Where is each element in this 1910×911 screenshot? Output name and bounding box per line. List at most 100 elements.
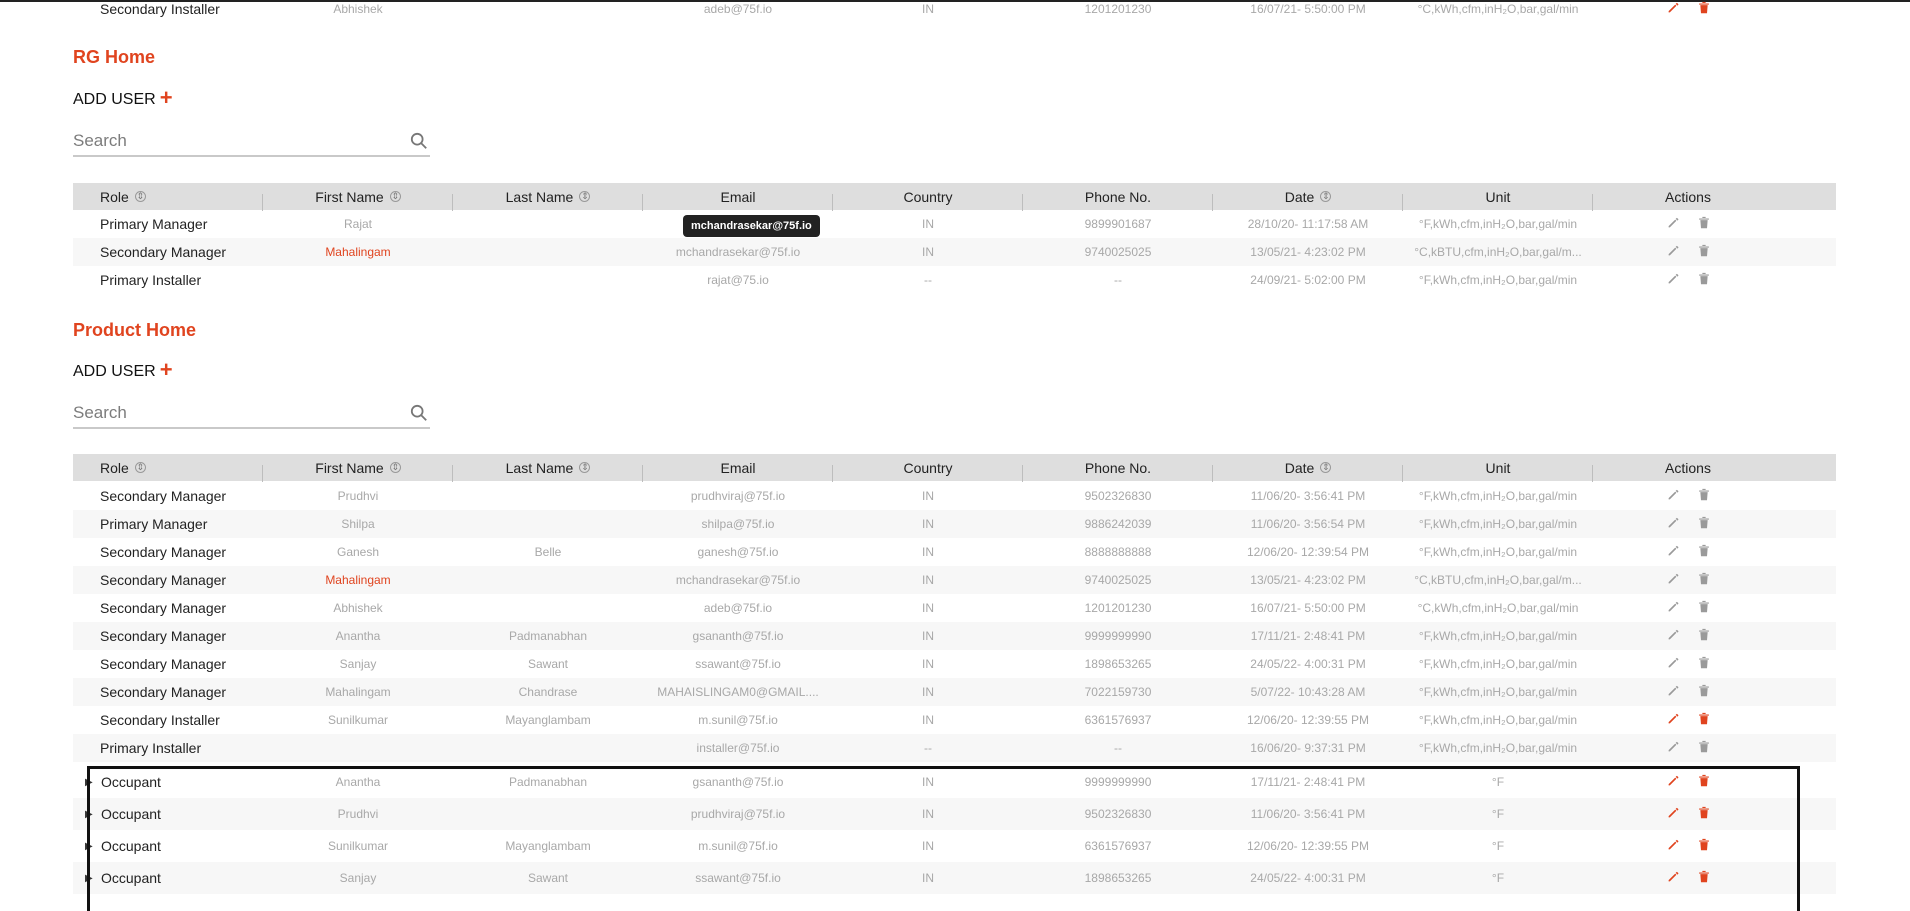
- delete-icon[interactable]: [1698, 684, 1710, 700]
- delete-icon[interactable]: [1698, 516, 1710, 532]
- delete-icon[interactable]: [1698, 1, 1710, 17]
- country-cell: IN: [922, 2, 934, 16]
- delete-icon[interactable]: [1698, 572, 1710, 588]
- section-title-product-home: Product Home: [73, 320, 197, 340]
- edit-icon[interactable]: [1667, 712, 1680, 728]
- edit-icon[interactable]: [1667, 628, 1680, 644]
- delete-icon[interactable]: [1698, 712, 1710, 728]
- edit-icon[interactable]: [1667, 740, 1680, 756]
- delete-icon[interactable]: [1698, 628, 1710, 644]
- search-input[interactable]: [73, 131, 373, 151]
- edit-icon[interactable]: [1667, 600, 1680, 616]
- role-cell: Primary Manager: [100, 216, 208, 232]
- first-name-cell: Mahalingam: [325, 685, 391, 699]
- edit-icon[interactable]: [1667, 544, 1680, 560]
- delete-icon[interactable]: [1698, 740, 1710, 756]
- country-cell: IN: [922, 217, 934, 231]
- actions-cell: [1593, 488, 1783, 504]
- actions-cell: [1593, 244, 1783, 260]
- column-header-role[interactable]: Role ⇕: [73, 189, 263, 211]
- edit-icon[interactable]: [1667, 572, 1680, 588]
- edit-icon[interactable]: [1667, 216, 1680, 232]
- unit-cell: °F,kWh,cfm,inH₂O,bar,gal/min: [1418, 517, 1578, 531]
- actions-cell: [1593, 684, 1783, 700]
- delete-icon[interactable]: [1698, 488, 1710, 504]
- unit-cell: °F,kWh,cfm,inH₂O,bar,gal/min: [1418, 217, 1578, 231]
- add-user-button[interactable]: ADD USER +: [73, 359, 173, 381]
- delete-icon[interactable]: [1698, 544, 1710, 560]
- sort-icon[interactable]: ⇕: [389, 191, 401, 202]
- edit-icon[interactable]: [1667, 1, 1680, 17]
- table-row: Secondary Manager Abhishek adeb@75f.io IN 12…: [73, 594, 1836, 622]
- country-cell: IN: [922, 573, 934, 587]
- column-header-role[interactable]: Role ⇕: [73, 460, 263, 482]
- email-cell: mchandrasekar@75f.io: [675, 573, 801, 587]
- role-cell: Secondary Manager: [100, 600, 227, 616]
- unit-cell: °F,kWh,cfm,inH₂O,bar,gal/min: [1418, 273, 1578, 287]
- first-name-cell: Mahalingam: [325, 245, 391, 259]
- column-header-last-name[interactable]: Last Name ⇕: [453, 189, 643, 211]
- table-row: Secondary Manager Prudhvi prudhviraj@75f.i…: [73, 482, 1836, 510]
- sort-icon[interactable]: ⇕: [134, 462, 146, 473]
- actions-cell: [1593, 628, 1783, 644]
- date-cell: 24/05/22- 4:00:31 PM: [1250, 657, 1366, 671]
- country-cell: IN: [922, 713, 934, 727]
- unit-cell: °F,kWh,cfm,inH₂O,bar,gal/min: [1418, 489, 1578, 503]
- search-icon[interactable]: [410, 132, 428, 150]
- delete-icon[interactable]: [1698, 216, 1710, 232]
- actions-cell: [1593, 272, 1783, 288]
- column-header-first-name[interactable]: First Name ⇕: [263, 189, 453, 211]
- phone-cell: --: [1114, 273, 1122, 287]
- email-cell: adeb@75f.io: [703, 601, 773, 615]
- actions-cell: [1593, 740, 1783, 756]
- edit-icon[interactable]: [1667, 656, 1680, 672]
- unit-cell: °F,kWh,cfm,inH₂O,bar,gal/min: [1418, 713, 1578, 727]
- column-header-date[interactable]: Date ⇕: [1213, 189, 1403, 211]
- table-row: Secondary Manager Anantha Padmanabhan gsana…: [73, 622, 1836, 650]
- delete-icon[interactable]: [1698, 656, 1710, 672]
- edit-icon[interactable]: [1667, 272, 1680, 288]
- edit-icon[interactable]: [1667, 244, 1680, 260]
- actions-cell: [1593, 1, 1783, 17]
- add-user-button[interactable]: ADD USER +: [73, 85, 173, 110]
- column-header-last-name[interactable]: Last Name ⇕: [453, 460, 643, 482]
- table-row: Secondary Manager Mahalingam mchandrasekar…: [73, 566, 1836, 594]
- search-icon[interactable]: [410, 404, 428, 422]
- role-cell: Secondary Manager: [100, 628, 227, 644]
- date-cell: 16/07/21- 5:50:00 PM: [1250, 601, 1366, 615]
- actions-cell: [1593, 516, 1783, 532]
- sort-icon[interactable]: ⇕: [389, 462, 401, 473]
- role-cell: Secondary Manager: [100, 244, 227, 260]
- sort-icon[interactable]: ⇕: [134, 191, 146, 202]
- date-cell: 16/06/20- 9:37:31 PM: [1250, 741, 1366, 755]
- column-header-unit: Unit: [1403, 460, 1593, 482]
- delete-icon[interactable]: [1698, 244, 1710, 260]
- sort-icon[interactable]: ⇕: [579, 191, 591, 202]
- edit-icon[interactable]: [1667, 516, 1680, 532]
- table-row: Secondary Manager Mahalingam mchandrasekar…: [73, 238, 1836, 266]
- edit-icon[interactable]: [1667, 488, 1680, 504]
- search-input[interactable]: [73, 403, 373, 423]
- plus-icon: +: [159, 85, 173, 110]
- role-cell: Secondary Installer: [100, 1, 220, 17]
- column-header-phone: Phone No.: [1023, 460, 1213, 482]
- role-cell: Primary Installer: [100, 740, 202, 756]
- sort-icon[interactable]: ⇕: [1320, 191, 1332, 202]
- delete-icon[interactable]: [1698, 272, 1710, 288]
- column-header-first-name[interactable]: First Name ⇕: [263, 460, 453, 482]
- phone-cell: 9740025025: [1084, 245, 1152, 259]
- phone-cell: 1898653265: [1084, 657, 1152, 671]
- column-header-actions: Actions: [1665, 188, 1711, 205]
- search-bar: [73, 127, 430, 157]
- phone-cell: 9740025025: [1084, 573, 1152, 587]
- edit-icon[interactable]: [1667, 684, 1680, 700]
- role-cell: Secondary Manager: [100, 572, 227, 588]
- column-header-date[interactable]: Date ⇕: [1213, 460, 1403, 482]
- delete-icon[interactable]: [1698, 600, 1710, 616]
- email-cell: installer@75f.io: [696, 741, 780, 755]
- sort-icon[interactable]: ⇕: [1320, 462, 1332, 473]
- sort-icon[interactable]: ⇕: [579, 462, 591, 473]
- table-row: Secondary Installer Sunilkumar Mayanglamba…: [73, 706, 1836, 734]
- unit-cell: °C,kBTU,cfm,inH₂O,bar,gal/m...: [1414, 573, 1582, 587]
- last-name-cell: Padmanabhan: [508, 629, 588, 643]
